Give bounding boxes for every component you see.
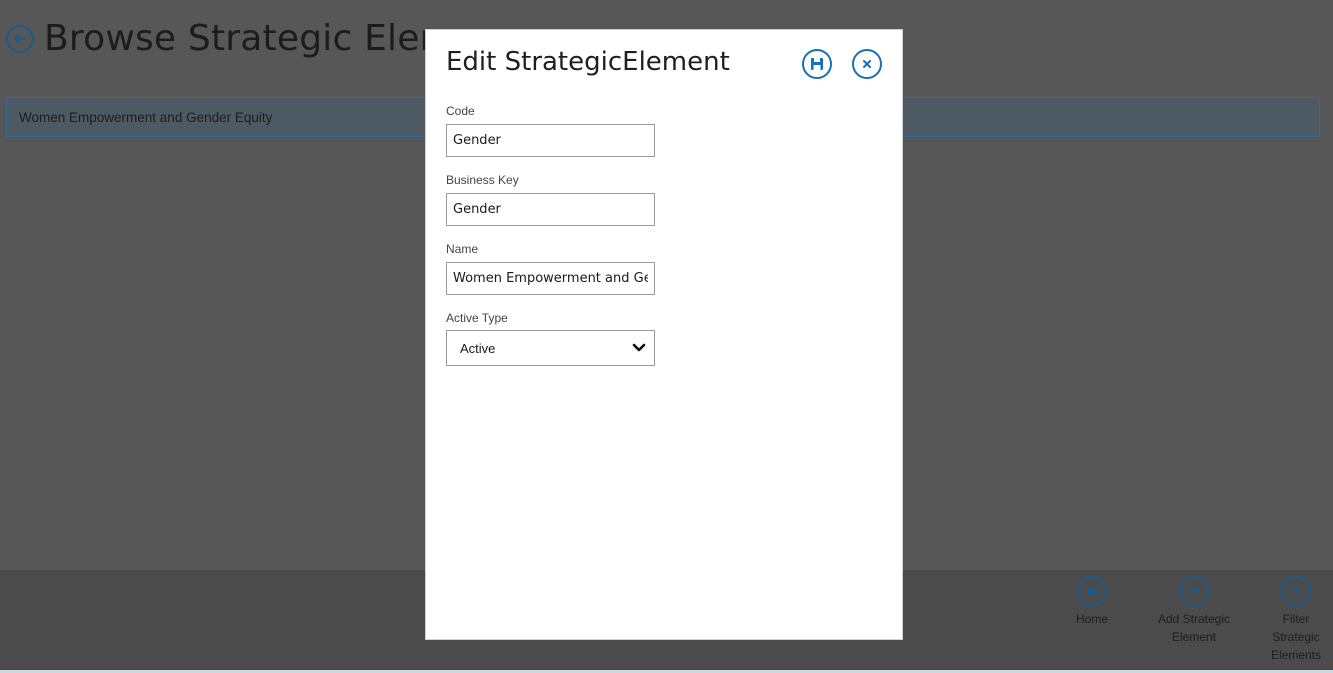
save-button[interactable] [802,49,832,79]
close-icon [863,60,871,68]
edit-dialog: Edit StrategicElement Code Business Key … [425,29,903,640]
active-type-label: Active Type [446,311,508,325]
add-strategic-element-label: Add Strategic Element [1157,612,1231,644]
code-input[interactable] [446,124,655,157]
code-label: Code [446,104,475,118]
filter-icon [1281,576,1311,606]
name-input[interactable] [446,262,655,295]
close-button[interactable] [852,49,882,79]
business-key-label: Business Key [446,173,519,187]
list-item-label: Women Empowerment and Gender Equity [19,109,273,125]
add-strategic-element-button[interactable]: Add Strategic Element [1149,576,1239,646]
name-label: Name [446,242,479,256]
save-icon [811,58,823,70]
active-type-select[interactable]: Active [446,330,655,366]
home-button[interactable]: Home [1047,576,1137,628]
home-label: Home [1075,612,1108,626]
business-key-input[interactable] [446,193,655,226]
home-icon [1077,576,1107,606]
back-button[interactable] [6,24,34,53]
app-window: Browse Strategic Elemen Women Empowermen… [0,0,1333,673]
active-type-value: Active [460,340,496,356]
chevron-down-icon [632,343,646,352]
dialog-title: Edit StrategicElement [446,47,730,77]
filter-strategic-elements-button[interactable]: Filter Strategic Elements [1251,576,1333,664]
arrow-left-icon [14,33,26,44]
plus-icon [1179,576,1209,606]
filter-strategic-elements-label: Filter Strategic Elements [1270,612,1322,662]
